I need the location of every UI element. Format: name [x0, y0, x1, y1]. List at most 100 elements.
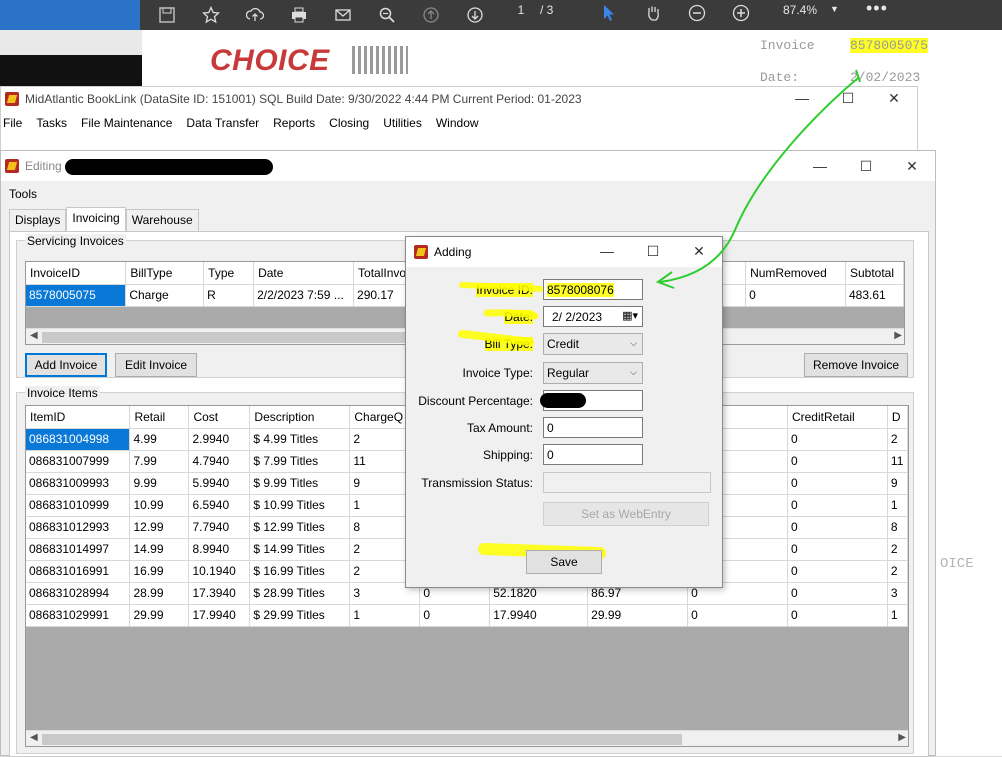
upload-cloud-icon[interactable]	[243, 3, 267, 27]
add-invoice-button[interactable]: Add Invoice	[25, 353, 107, 377]
maximize-icon[interactable]: ☐	[630, 237, 676, 265]
table-cell[interactable]: 086831012993	[26, 516, 131, 539]
zoom-out-icon[interactable]	[688, 4, 710, 26]
table-cell[interactable]: $ 14.99 Titles	[249, 538, 351, 561]
column-header[interactable]: InvoiceID	[26, 262, 127, 285]
table-cell[interactable]: 086831014997	[26, 538, 131, 561]
table-cell[interactable]: 0	[787, 560, 888, 583]
table-cell[interactable]: 28.99	[129, 582, 190, 605]
table-cell[interactable]: 2	[887, 560, 908, 583]
table-cell[interactable]: $ 4.99 Titles	[249, 428, 351, 451]
table-cell[interactable]: 16.99	[129, 560, 190, 583]
table-cell[interactable]: 8	[887, 516, 908, 539]
table-cell[interactable]: 086831010999	[26, 494, 131, 517]
table-cell[interactable]: 7.7940	[188, 516, 251, 539]
table-cell[interactable]: 2	[887, 538, 908, 561]
minimize-icon[interactable]: —	[779, 87, 825, 109]
column-header[interactable]: Retail	[129, 406, 190, 429]
table-cell[interactable]: 2.9940	[188, 428, 251, 451]
table-cell[interactable]: 17.9940	[188, 604, 251, 627]
cell-type[interactable]: R	[203, 284, 255, 307]
table-cell[interactable]: 14.99	[129, 538, 190, 561]
invoice-id-input[interactable]: 8578008076	[543, 279, 643, 300]
page-down-icon[interactable]	[463, 3, 487, 27]
table-cell[interactable]: 10.1940	[188, 560, 251, 583]
menu-tools[interactable]: Tools	[9, 187, 37, 201]
table-cell[interactable]: 086831009993	[26, 472, 131, 495]
table-cell[interactable]: $ 10.99 Titles	[249, 494, 351, 517]
items-grid-hscrollbar[interactable]: ◀ ▶	[26, 730, 908, 746]
page-up-icon[interactable]	[419, 3, 443, 27]
table-cell[interactable]: $ 16.99 Titles	[249, 560, 351, 583]
cell-bill-type[interactable]: Charge	[125, 284, 205, 307]
table-cell[interactable]: $ 28.99 Titles	[249, 582, 351, 605]
calendar-icon[interactable]: ▦▾	[622, 309, 638, 322]
table-cell[interactable]: 1	[887, 604, 908, 627]
table-cell[interactable]: 4.7940	[188, 450, 251, 473]
invoice-type-select[interactable]: Regular ⌵	[543, 362, 643, 384]
discount-input[interactable]	[540, 390, 643, 411]
tab-warehouse[interactable]: Warehouse	[125, 209, 199, 231]
table-cell[interactable]: 1	[349, 604, 421, 627]
scroll-right-icon[interactable]: ▶	[898, 732, 906, 743]
table-cell[interactable]: 29.99	[587, 604, 689, 627]
table-cell[interactable]: 086831007999	[26, 450, 131, 473]
column-header[interactable]: D	[887, 406, 908, 429]
tab-invoicing[interactable]: Invoicing	[66, 207, 126, 231]
cell-invoice-id[interactable]: 8578005075	[26, 284, 127, 307]
menu-file[interactable]: File	[3, 116, 22, 130]
table-cell[interactable]: 3	[887, 582, 908, 605]
column-header[interactable]: Date	[253, 262, 355, 285]
remove-invoice-button[interactable]: Remove Invoice	[804, 353, 908, 377]
menu-file-maintenance[interactable]: File Maintenance	[81, 116, 172, 130]
chevron-down-icon[interactable]: ⌵	[630, 338, 637, 349]
table-cell[interactable]: 5.9940	[188, 472, 251, 495]
table-cell[interactable]: $ 9.99 Titles	[249, 472, 351, 495]
table-cell[interactable]: $ 12.99 Titles	[249, 516, 351, 539]
scroll-right-icon[interactable]: ▶	[894, 330, 902, 341]
table-cell[interactable]: 0	[787, 582, 888, 605]
close-icon[interactable]: ✕	[871, 87, 917, 109]
edit-invoice-button[interactable]: Edit Invoice	[115, 353, 197, 377]
table-cell[interactable]: 0	[787, 450, 888, 473]
column-header[interactable]: BillType	[125, 262, 205, 285]
column-header[interactable]: NumRemoved	[745, 262, 846, 285]
table-cell[interactable]: 086831028994	[26, 582, 131, 605]
cell-subtotal[interactable]: 483.61	[845, 284, 904, 307]
menu-utilities[interactable]: Utilities	[383, 116, 422, 130]
date-picker[interactable]: 2/ 2/2023 ▦▾	[543, 306, 643, 327]
table-cell[interactable]: 0	[687, 604, 788, 627]
table-cell[interactable]: 086831016991	[26, 560, 131, 583]
scrollbar-thumb[interactable]	[42, 734, 682, 745]
menu-reports[interactable]: Reports	[273, 116, 315, 130]
table-cell[interactable]: 29.99	[129, 604, 190, 627]
table-cell[interactable]: 1	[887, 494, 908, 517]
bill-type-select[interactable]: Credit ⌵	[543, 333, 643, 355]
close-icon[interactable]: ✕	[889, 151, 935, 181]
scroll-left-icon[interactable]: ◀	[30, 732, 38, 743]
table-cell[interactable]: 0	[787, 472, 888, 495]
page-number-input[interactable]: 1	[508, 3, 534, 19]
cell-num-removed[interactable]: 0	[745, 284, 846, 307]
more-options-icon[interactable]: •••	[866, 0, 888, 19]
table-cell[interactable]: $ 29.99 Titles	[249, 604, 351, 627]
tab-displays[interactable]: Displays	[9, 209, 67, 231]
column-header[interactable]: CreditRetail	[787, 406, 888, 429]
table-cell[interactable]: 17.9940	[489, 604, 589, 627]
shipping-input[interactable]: 0	[543, 444, 643, 465]
zoom-in-icon[interactable]	[732, 4, 754, 26]
print-icon[interactable]	[287, 3, 311, 27]
cell-date[interactable]: 2/2/2023 7:59 ...	[253, 284, 355, 307]
table-cell[interactable]: 7.99	[129, 450, 190, 473]
maximize-icon[interactable]: ☐	[825, 87, 871, 109]
table-cell[interactable]: 9.99	[129, 472, 190, 495]
scroll-left-icon[interactable]: ◀	[30, 330, 38, 341]
zoom-search-icon[interactable]	[375, 3, 399, 27]
maximize-icon[interactable]: ☐	[843, 151, 889, 181]
table-cell[interactable]: 9	[887, 472, 908, 495]
table-cell[interactable]: 6.5940	[188, 494, 251, 517]
table-cell[interactable]: 0	[787, 538, 888, 561]
column-header[interactable]: Type	[203, 262, 255, 285]
hand-tool-icon[interactable]	[644, 4, 666, 26]
scrollbar-thumb[interactable]	[42, 332, 442, 343]
